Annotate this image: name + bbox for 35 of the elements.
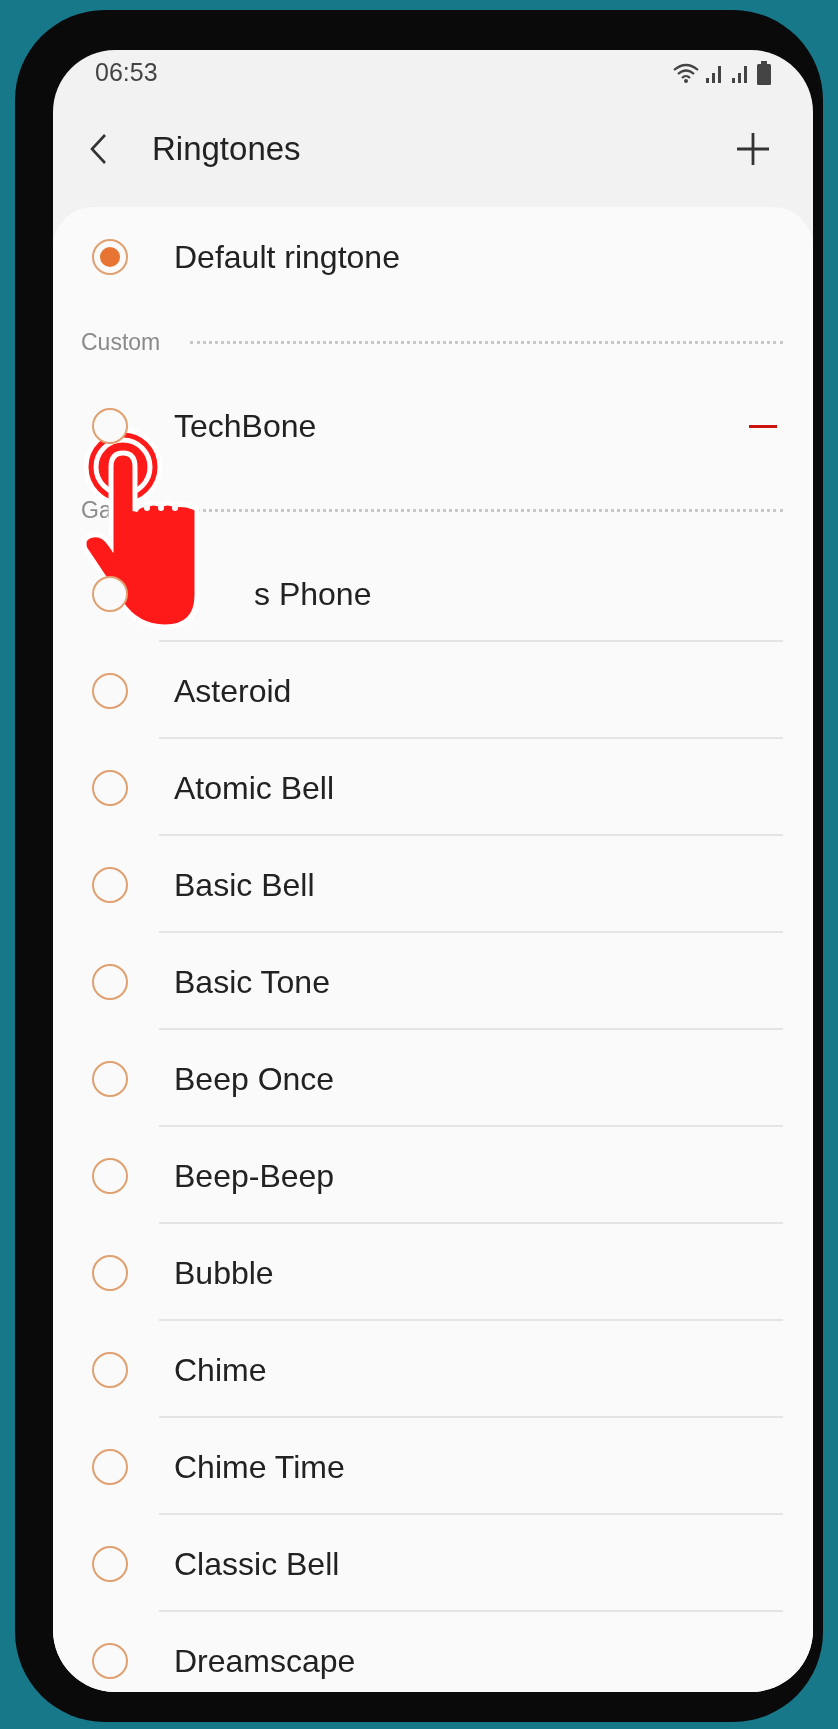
page-title: Ringtones	[152, 128, 301, 169]
radio-button[interactable]	[92, 1254, 128, 1291]
ringtone-label[interactable]: Chime	[174, 1345, 267, 1394]
radio-button[interactable]	[92, 1448, 128, 1485]
ringtone-label[interactable]: s Phone	[254, 569, 372, 618]
ringtone-label[interactable]: Basic Bell	[174, 860, 315, 909]
radio-button[interactable]	[92, 963, 128, 1000]
ringtone-label[interactable]: Dreamscape	[174, 1636, 356, 1685]
ringtone-label[interactable]: Asteroid	[174, 666, 292, 715]
wifi-icon	[673, 62, 699, 84]
radio-button[interactable]	[92, 1060, 128, 1097]
radio-button[interactable]	[92, 769, 128, 806]
radio-button[interactable]	[92, 1157, 128, 1194]
battery-icon	[757, 61, 771, 85]
radio-button[interactable]	[92, 1351, 128, 1388]
status-time: 06:53	[95, 57, 158, 89]
ringtone-label[interactable]: Beep-Beep	[174, 1151, 335, 1200]
radio-button[interactable]	[92, 239, 128, 275]
ringtone-label[interactable]: Basic Tone	[174, 957, 330, 1006]
ringtone-label[interactable]: Chime Time	[174, 1442, 345, 1491]
plus-icon	[736, 131, 770, 166]
ringtone-label[interactable]: Beep Once	[174, 1054, 335, 1103]
ringtone-label[interactable]: Atomic Bell	[174, 763, 335, 812]
radio-button[interactable]	[92, 408, 128, 444]
radio-button[interactable]	[92, 575, 128, 612]
ringtone-label[interactable]: Bubble	[174, 1248, 274, 1297]
radio-button[interactable]	[92, 1545, 128, 1582]
radio-button[interactable]	[92, 672, 128, 709]
back-icon	[89, 132, 107, 165]
ringtone-label[interactable]: Classic Bell	[174, 1539, 340, 1588]
radio-button[interactable]	[92, 866, 128, 903]
section-header: Custom	[81, 327, 161, 357]
radio-button[interactable]	[92, 1642, 128, 1679]
ringtone-label[interactable]: TechBone	[174, 402, 317, 450]
ringtone-label[interactable]: Default ringtone	[174, 233, 400, 281]
